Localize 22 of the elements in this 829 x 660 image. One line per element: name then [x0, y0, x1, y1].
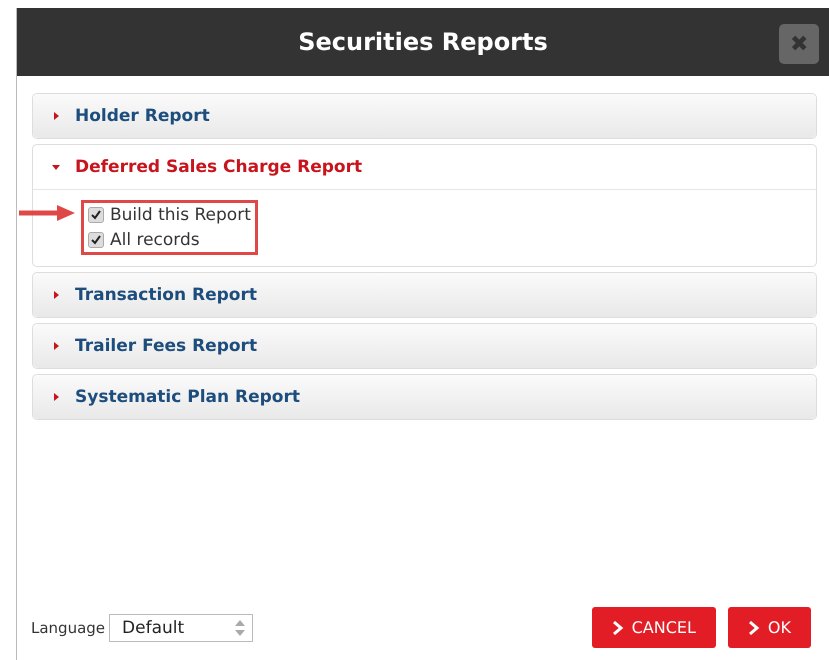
chevron-icon	[748, 620, 760, 634]
language-label: Language	[31, 618, 106, 636]
report-header[interactable]: Holder Report	[33, 94, 816, 138]
checkbox[interactable]	[88, 207, 104, 223]
caret-down-icon	[51, 162, 61, 172]
dialog-button[interactable]: CANCEL	[592, 607, 716, 648]
caret-right-icon	[51, 290, 61, 300]
report-header[interactable]: Transaction Report	[33, 273, 816, 317]
annotation-arrow	[17, 203, 77, 223]
caret-right-icon	[51, 111, 61, 121]
checkbox[interactable]	[88, 232, 104, 248]
spinner-icon	[234, 618, 246, 638]
dialog-button[interactable]: OK	[728, 607, 811, 648]
report-option[interactable]: All records	[88, 230, 251, 250]
language-select[interactable]: Default	[109, 614, 254, 642]
caret-right-icon	[51, 392, 61, 402]
report-header[interactable]: Trailer Fees Report	[33, 324, 816, 368]
report-header[interactable]: Systematic Plan Report	[33, 375, 816, 419]
report-option[interactable]: Build this Report	[88, 205, 251, 225]
chevron-icon	[612, 620, 624, 634]
caret-right-icon	[51, 341, 61, 351]
window-title: Securities Reports	[298, 28, 548, 56]
